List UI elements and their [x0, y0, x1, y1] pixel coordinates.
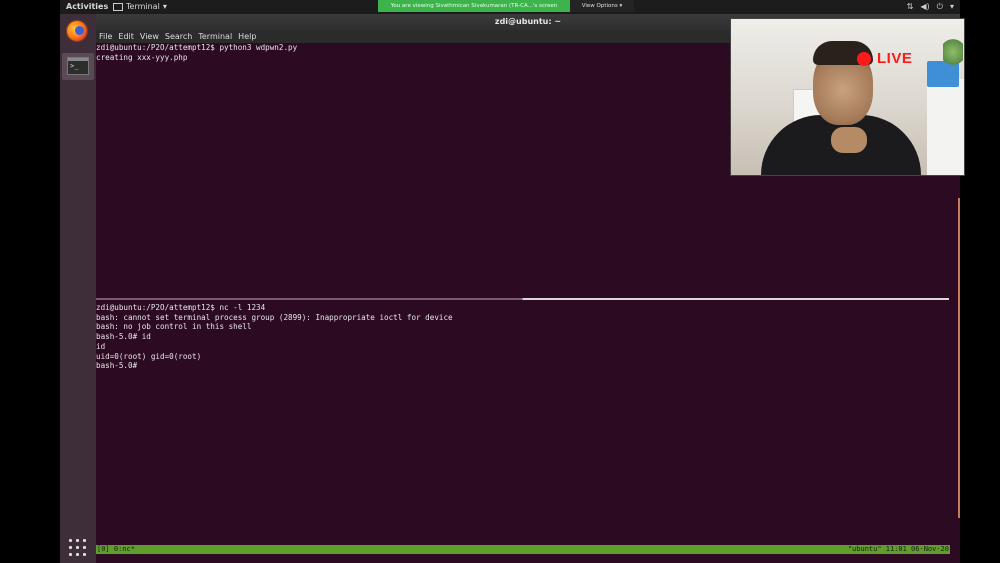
terminal-prompt: bash-5.0#: [96, 361, 138, 371]
tmux-status-right: "ubuntu" 11:01 06-Nov-20: [847, 545, 949, 553]
dock-item-terminal[interactable]: >_: [62, 53, 94, 80]
app-menu-label: Terminal: [126, 2, 160, 11]
chevron-down-icon: ▾: [162, 2, 167, 11]
tmux-status-bar: [0] 0:nc* "ubuntu" 11:01 06-Nov-20: [96, 545, 950, 554]
terminal-icon: >_: [67, 57, 89, 75]
terminal-line: id: [96, 341, 106, 351]
activities-button[interactable]: Activities: [66, 0, 108, 14]
webcam-plant: [943, 37, 963, 67]
terminal-line: bash: cannot set terminal process group …: [96, 312, 453, 322]
dock: >_: [60, 14, 96, 563]
chevron-down-icon: ▾: [949, 2, 954, 11]
menu-search[interactable]: Search: [165, 30, 192, 43]
scrollbar-thumb[interactable]: [958, 198, 960, 518]
volume-icon: ◀): [920, 2, 930, 11]
webcam-shelf: [927, 79, 964, 175]
network-icon: ⇅: [906, 2, 914, 11]
webcam-overlay: LIVE: [730, 18, 965, 176]
live-label: LIVE: [877, 50, 913, 67]
terminal-line: bash-5.0# id: [96, 332, 151, 342]
app-menu[interactable]: Terminal ▾: [113, 0, 167, 14]
terminal-line: bash: no job control in this shell: [96, 322, 252, 332]
screen-share-banner: You are viewing Sivathmican Sivakumaran …: [378, 0, 570, 12]
show-applications-icon[interactable]: [69, 539, 86, 556]
pane-divider[interactable]: [96, 298, 949, 300]
terminal-icon: [113, 3, 123, 11]
menu-file[interactable]: File: [99, 30, 112, 43]
menu-terminal[interactable]: Terminal: [198, 30, 232, 43]
tmux-pane-bottom[interactable]: zdi@ubuntu:/P2O/attempt12$ nc -l 1234 ba…: [96, 303, 951, 545]
top-bar: Activities Terminal ▾ You are viewing Si…: [60, 0, 960, 14]
power-icon: ⏻: [936, 2, 943, 11]
view-options-label: View Options: [581, 3, 618, 9]
terminal-line: uid=0(root) gid=0(root): [96, 351, 202, 361]
tmux-window-list: [0] 0:nc*: [97, 545, 135, 553]
system-tray[interactable]: ⇅ ◀) ⏻ ▾: [907, 0, 954, 14]
menu-edit[interactable]: Edit: [118, 30, 134, 43]
view-options-button[interactable]: View Options ▾: [570, 0, 634, 12]
terminal-line: zdi@ubuntu:/P2O/attempt12$ nc -l 1234: [96, 303, 266, 312]
chevron-down-icon: ▾: [619, 3, 623, 9]
menu-view[interactable]: View: [140, 30, 159, 43]
menu-help[interactable]: Help: [238, 30, 256, 43]
live-badge: LIVE: [857, 50, 912, 67]
live-dot-icon: [857, 51, 871, 66]
firefox-icon[interactable]: [66, 20, 88, 42]
webcam-person-hand: [831, 127, 867, 153]
